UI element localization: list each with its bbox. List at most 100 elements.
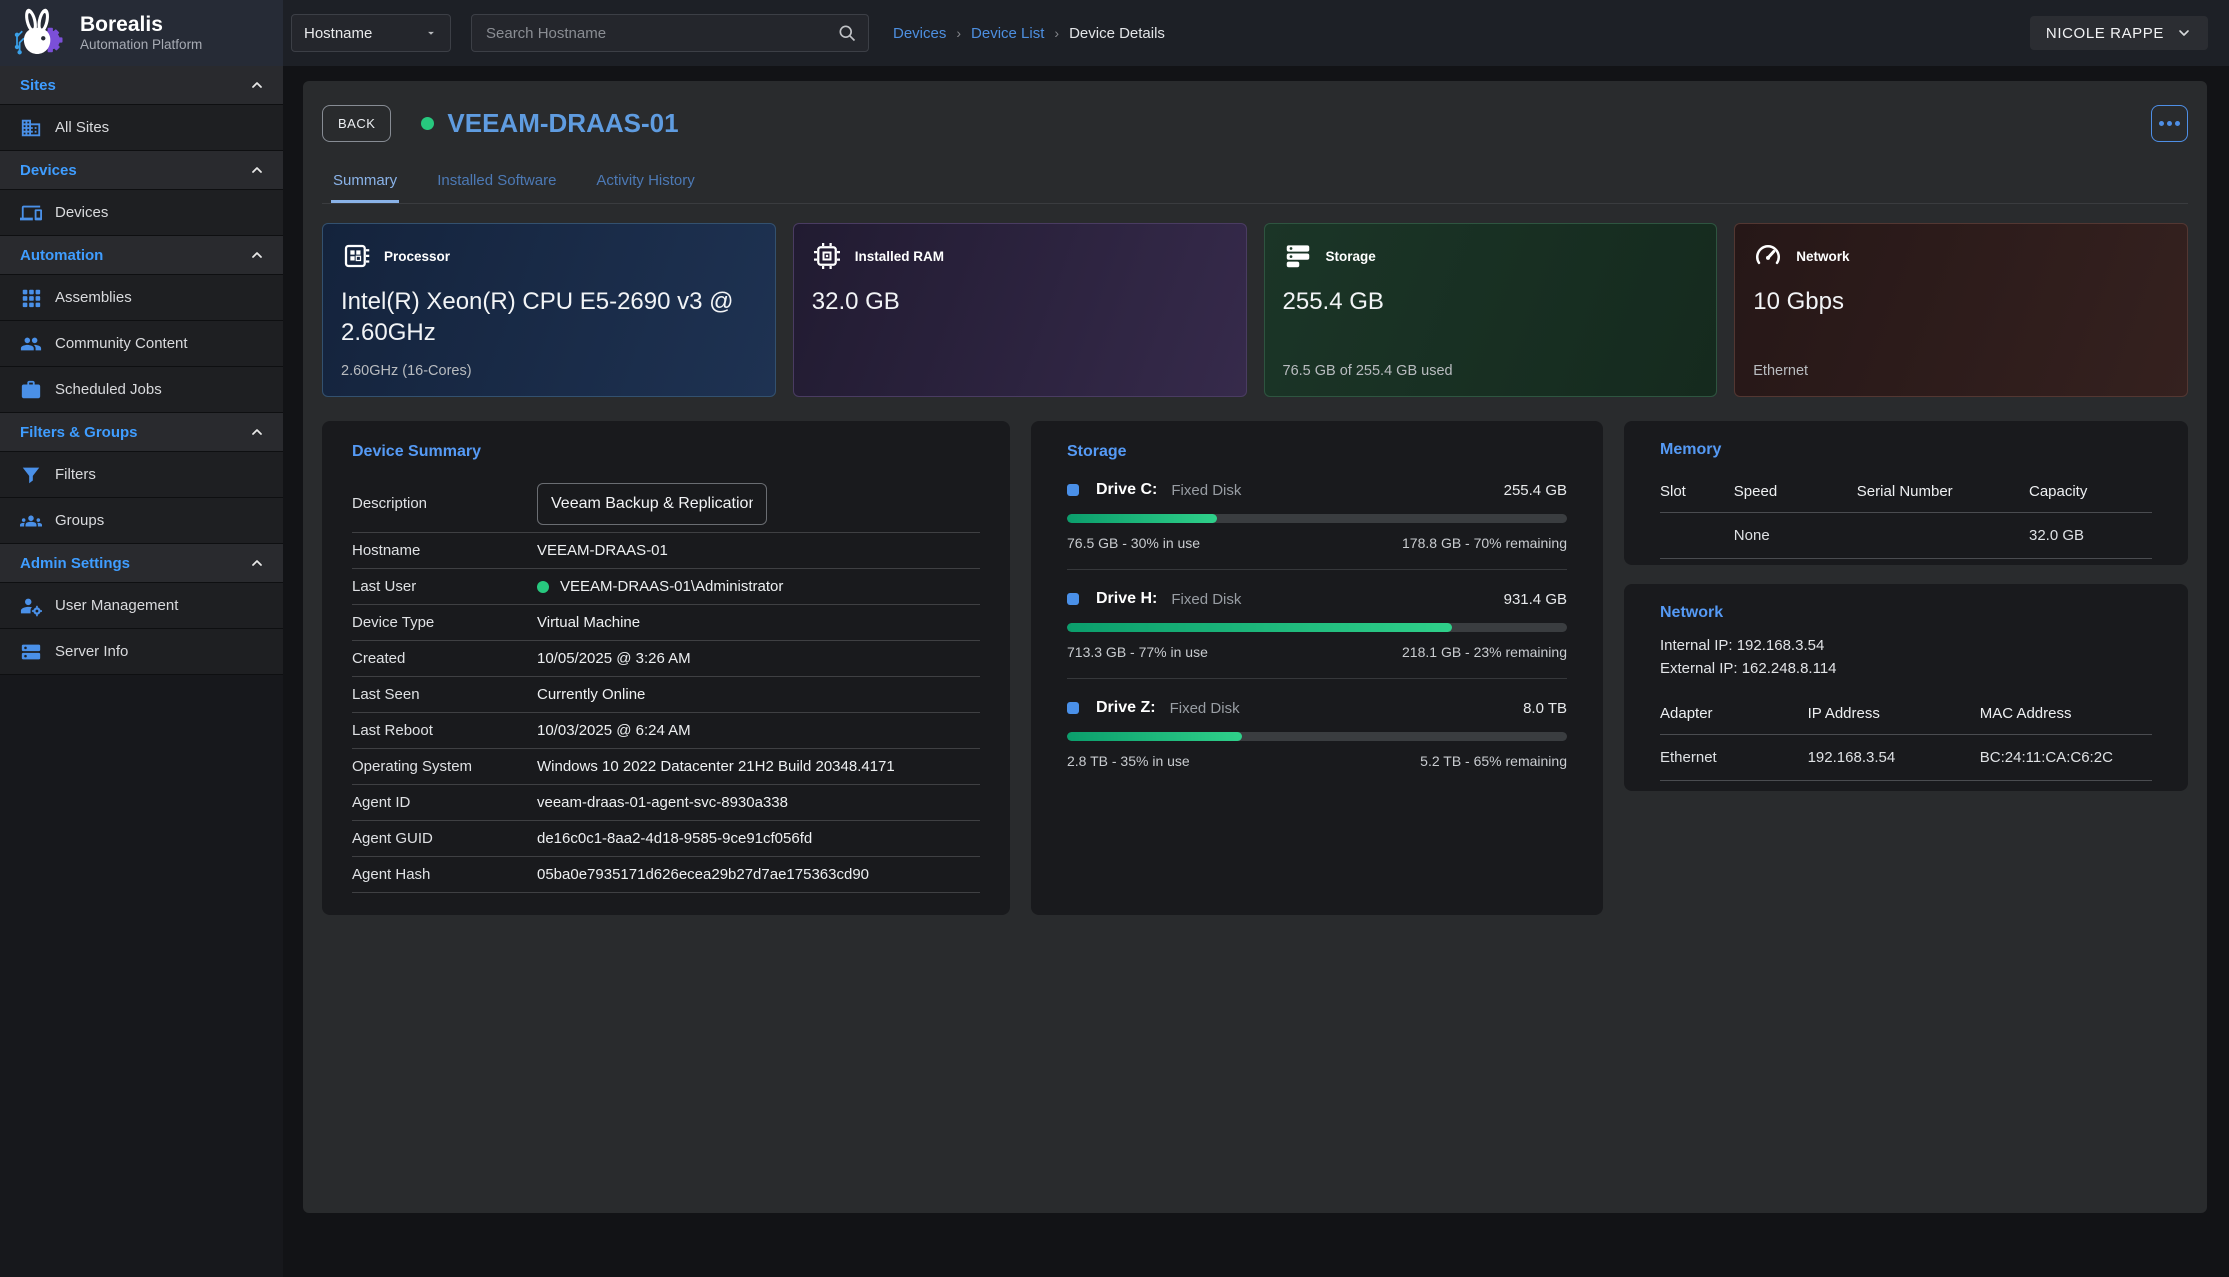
drive-used-label: 2.8 TB - 35% in use (1067, 753, 1190, 769)
row-value: 10/05/2025 @ 3:26 AM (537, 650, 691, 667)
drive-remaining-label: 5.2 TB - 65% remaining (1420, 753, 1567, 769)
row-label: Agent Hash (352, 866, 537, 883)
chevron-down-icon (424, 26, 438, 40)
drive-type: Fixed Disk (1171, 591, 1241, 608)
network-value: 10 Gbps (1753, 286, 2169, 317)
drive-type: Fixed Disk (1171, 482, 1241, 499)
column-header: Adapter (1660, 697, 1808, 735)
brand-name: Borealis (80, 13, 202, 37)
tab-summary[interactable]: Summary (331, 164, 399, 203)
memory-table: Slot Speed Serial Number Capacity None (1660, 475, 2152, 559)
sidebar-item-label: Assemblies (55, 289, 132, 306)
sidebar-item-scheduled-jobs[interactable]: Scheduled Jobs (0, 367, 283, 413)
people-icon (20, 333, 42, 355)
summary-row-last-reboot: Last Reboot 10/03/2025 @ 6:24 AM (352, 713, 980, 749)
drive-usage-bar (1067, 623, 1567, 632)
row-value: Virtual Machine (537, 614, 640, 631)
row-value: VEEAM-DRAAS-01\Administrator (560, 578, 783, 595)
device-summary-panel: Device Summary Description Hostname VEEA… (322, 421, 1010, 915)
column-header: MAC Address (1980, 697, 2152, 735)
row-label: Last Seen (352, 686, 537, 703)
sidebar-section-filters-groups[interactable]: Filters & Groups (0, 413, 283, 452)
device-title: VEEAM-DRAAS-01 (447, 108, 678, 139)
section-label: Sites (20, 77, 56, 94)
breadcrumb-devices[interactable]: Devices (893, 25, 946, 42)
drive-name: Drive H: (1096, 590, 1157, 608)
sidebar-item-all-sites[interactable]: All Sites (0, 105, 283, 151)
sidebar-item-label: Server Info (55, 643, 128, 660)
column-header: Capacity (2029, 475, 2152, 513)
back-button[interactable]: BACK (322, 105, 391, 142)
summary-row-agent-id: Agent ID veeam-draas-01-agent-svc-8930a3… (352, 785, 980, 821)
device-details-card: BACK VEEAM-DRAAS-01 Summary Installed So… (303, 81, 2207, 1213)
sidebar-item-devices[interactable]: Devices (0, 190, 283, 236)
memory-slot (1660, 513, 1734, 559)
drive-bullet-icon (1067, 484, 1079, 496)
memory-capacity: 32.0 GB (2029, 513, 2152, 559)
sidebar-item-assemblies[interactable]: Assemblies (0, 275, 283, 321)
storage-panel: Storage Drive C: Fixed Disk 255.4 GB 76.… (1031, 421, 1603, 915)
sidebar-section-automation[interactable]: Automation (0, 236, 283, 275)
breadcrumb-device-list[interactable]: Device List (971, 25, 1044, 42)
drive-size: 8.0 TB (1523, 700, 1567, 717)
row-value: Currently Online (537, 686, 645, 703)
tab-installed-software[interactable]: Installed Software (435, 164, 558, 203)
description-input[interactable] (537, 483, 767, 525)
chevron-up-icon (249, 424, 265, 440)
buildings-icon (20, 117, 42, 139)
sidebar-item-filters[interactable]: Filters (0, 452, 283, 498)
user-menu-button[interactable]: NICOLE RAPPE (2030, 16, 2208, 50)
stat-card-title: Storage (1326, 249, 1376, 264)
app-logo[interactable]: Borealis Automation Platform (0, 0, 283, 66)
adapter-name: Ethernet (1660, 734, 1808, 780)
column-header: IP Address (1808, 697, 1980, 735)
search-icon[interactable] (837, 23, 857, 43)
row-label: Agent GUID (352, 830, 537, 847)
column-header: Slot (1660, 475, 1734, 513)
sidebar-item-server-info[interactable]: Server Info (0, 629, 283, 675)
installed-ram-card: Installed RAM 32.0 GB (793, 223, 1247, 397)
column-header: Serial Number (1857, 475, 2029, 513)
funnel-icon (20, 464, 42, 486)
sidebar-section-sites[interactable]: Sites (0, 66, 283, 105)
memory-panel: Memory Slot Speed Serial Number Capacity (1624, 421, 2188, 565)
storage-card: Storage 255.4 GB 76.5 GB of 255.4 GB use… (1264, 223, 1718, 397)
processor-subtitle: 2.60GHz (16-Cores) (341, 363, 757, 379)
tab-activity-history[interactable]: Activity History (594, 164, 696, 203)
brand-tagline: Automation Platform (80, 37, 202, 53)
sidebar-item-community-content[interactable]: Community Content (0, 321, 283, 367)
row-value: 10/03/2025 @ 6:24 AM (537, 722, 691, 739)
stat-card-title: Network (1796, 249, 1849, 264)
summary-row-last-seen: Last Seen Currently Online (352, 677, 980, 713)
row-label: Description (352, 495, 537, 512)
grid-icon (20, 287, 42, 309)
row-label: Hostname (352, 542, 537, 559)
section-label: Devices (20, 162, 77, 179)
breadcrumb-separator: › (956, 25, 961, 41)
drive-name: Drive Z: (1096, 699, 1156, 717)
drive-row-c: Drive C: Fixed Disk 255.4 GB 76.5 GB - 3… (1067, 461, 1567, 570)
sidebar-item-label: Filters (55, 466, 96, 483)
drive-type: Fixed Disk (1170, 700, 1240, 717)
row-label: Last Reboot (352, 722, 537, 739)
sidebar-section-admin-settings[interactable]: Admin Settings (0, 544, 283, 583)
server-icon (20, 641, 42, 663)
search-input[interactable] (471, 14, 869, 52)
sidebar-section-devices[interactable]: Devices (0, 151, 283, 190)
breadcrumb-separator: › (1054, 25, 1059, 41)
sidebar-item-user-management[interactable]: User Management (0, 583, 283, 629)
row-value: Windows 10 2022 Datacenter 21H2 Build 20… (537, 758, 895, 775)
chevron-up-icon (249, 555, 265, 571)
drive-size: 931.4 GB (1504, 591, 1567, 608)
more-actions-button[interactable] (2151, 105, 2188, 142)
online-status-dot (421, 117, 434, 130)
breadcrumb-device-details: Device Details (1069, 25, 1165, 42)
row-label: Operating System (352, 758, 537, 775)
panel-title: Network (1660, 604, 2152, 622)
drive-name: Drive C: (1096, 481, 1157, 499)
drive-bullet-icon (1067, 702, 1079, 714)
hostname-filter-select[interactable]: Hostname (291, 14, 451, 52)
row-value: 05ba0e7935171d626ecea29b27d7ae175363cd90 (537, 866, 869, 883)
drive-usage-bar (1067, 732, 1567, 741)
sidebar-item-groups[interactable]: Groups (0, 498, 283, 544)
